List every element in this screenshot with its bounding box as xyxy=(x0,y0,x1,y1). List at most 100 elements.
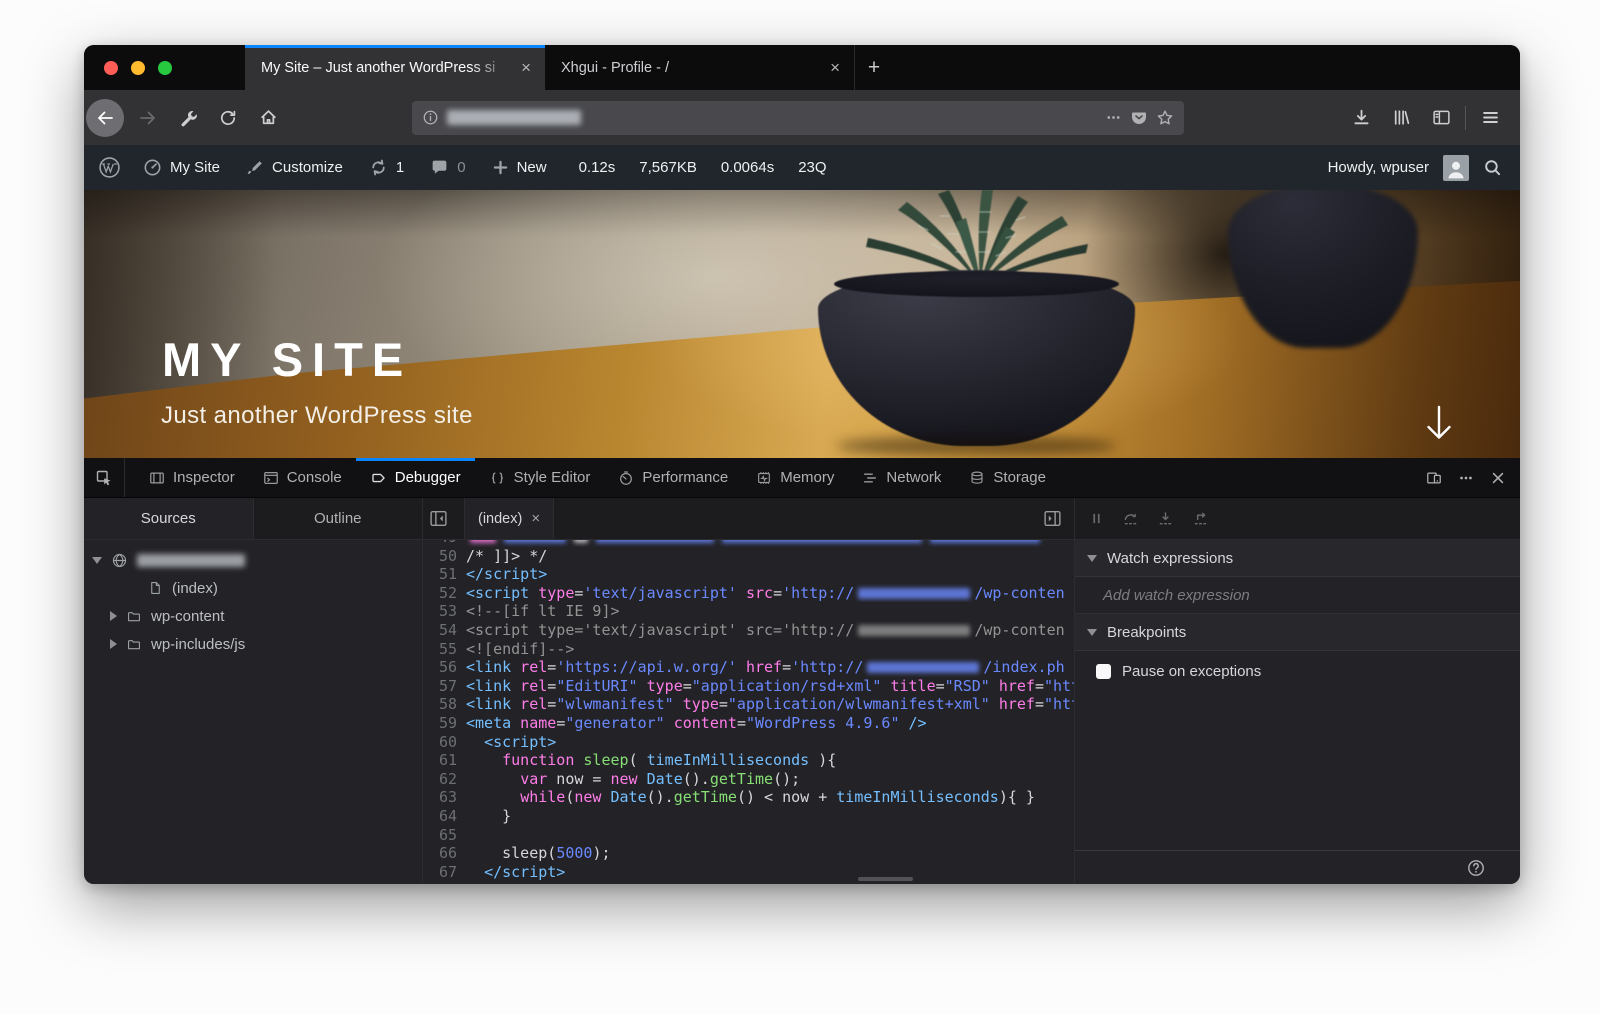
devtools-tab-performance[interactable]: Performance xyxy=(604,458,742,497)
line-number[interactable]: 55 xyxy=(423,640,466,659)
menu-icon[interactable] xyxy=(1474,102,1506,134)
pick-element-icon[interactable] xyxy=(84,458,125,497)
admin-bar-customize[interactable]: Customize xyxy=(246,159,343,177)
admin-bar-stat[interactable]: 0.12s xyxy=(579,159,616,176)
browser-tab[interactable]: Xhgui - Profile - / × xyxy=(545,45,855,90)
line-number[interactable]: 58 xyxy=(423,695,466,714)
line-number[interactable]: 65 xyxy=(423,826,466,845)
devtools-tab-inspector[interactable]: Inspector xyxy=(135,458,249,497)
sidebar-icon[interactable] xyxy=(1425,102,1457,134)
line-number[interactable]: 49 xyxy=(423,540,466,547)
meatball-menu-icon[interactable] xyxy=(1458,470,1474,486)
help-icon[interactable] xyxy=(1466,858,1486,878)
devtools-tab-network[interactable]: Network xyxy=(848,458,955,497)
url-bar[interactable] xyxy=(412,100,1184,135)
line-number[interactable]: 64 xyxy=(423,807,466,826)
chevron-right-icon[interactable] xyxy=(110,611,117,621)
add-watch-expression-input[interactable]: Add watch expression xyxy=(1075,577,1520,614)
minimize-window-button[interactable] xyxy=(131,60,145,75)
responsive-mode-icon[interactable] xyxy=(1426,470,1442,486)
reload-icon[interactable] xyxy=(212,102,244,134)
download-icon[interactable] xyxy=(1345,102,1377,134)
tab-close-icon[interactable]: × xyxy=(517,59,535,76)
close-window-button[interactable] xyxy=(104,60,118,75)
chevron-down-icon[interactable] xyxy=(92,556,102,564)
line-number[interactable]: 54 xyxy=(423,621,466,640)
debugger-controls xyxy=(1075,498,1520,539)
source-tree-item[interactable]: wp-includes/js xyxy=(84,630,422,658)
wordpress-logo-icon[interactable] xyxy=(98,156,121,179)
info-icon[interactable] xyxy=(422,109,439,126)
pocket-icon[interactable] xyxy=(1130,109,1148,127)
new-tab-button[interactable]: + xyxy=(855,45,893,90)
collapse-sources-panel-icon[interactable] xyxy=(423,509,454,528)
library-icon[interactable] xyxy=(1385,102,1417,134)
pause-icon[interactable] xyxy=(1089,511,1104,526)
line-number[interactable]: 61 xyxy=(423,751,466,770)
admin-bar-stat[interactable]: 7,567KB xyxy=(639,159,697,176)
line-number[interactable]: 67 xyxy=(423,863,466,882)
horizontal-scrollbar[interactable] xyxy=(858,877,913,881)
expand-right-panel-icon[interactable] xyxy=(1037,509,1068,528)
step-in-icon[interactable] xyxy=(1157,510,1174,527)
page-actions-icon[interactable] xyxy=(1105,109,1122,126)
step-over-icon[interactable] xyxy=(1122,510,1139,527)
line-number[interactable]: 50 xyxy=(423,547,466,566)
howdy-label[interactable]: Howdy, wpuser xyxy=(1328,159,1429,176)
source-tree-item[interactable]: wp-content xyxy=(84,602,422,630)
admin-bar-comments[interactable]: 0 xyxy=(430,158,466,177)
line-number[interactable]: 51 xyxy=(423,565,466,584)
line-number[interactable]: 57 xyxy=(423,677,466,696)
admin-bar-stat[interactable]: 23Q xyxy=(798,159,826,176)
code-editor[interactable]: 4950/* ]]> */51</script>52<script type='… xyxy=(423,540,1075,884)
editor-file-tab[interactable]: (index) × xyxy=(464,498,555,539)
forward-icon[interactable] xyxy=(132,102,164,134)
sources-tree: (index) wp-content wp-includes/js xyxy=(84,540,423,884)
scroll-down-arrow-icon[interactable] xyxy=(1422,402,1456,444)
devtools-tab-memory[interactable]: Memory xyxy=(742,458,848,497)
back-icon[interactable] xyxy=(86,98,124,137)
search-icon[interactable] xyxy=(1483,158,1502,177)
tab-outline[interactable]: Outline xyxy=(254,498,423,539)
source-tree-item[interactable]: (index) xyxy=(84,574,422,602)
code-line: 56 <link rel='https://api.w.org/' href='h… xyxy=(423,658,1074,677)
line-number[interactable]: 62 xyxy=(423,770,466,789)
chevron-right-icon[interactable] xyxy=(110,639,117,649)
line-number[interactable]: 52 xyxy=(423,584,466,603)
source-tree-item[interactable] xyxy=(84,546,422,574)
home-icon[interactable] xyxy=(252,102,284,134)
admin-bar-updates[interactable]: 1 xyxy=(369,158,404,177)
line-number[interactable]: 59 xyxy=(423,714,466,733)
admin-bar-new[interactable]: New xyxy=(492,159,547,176)
pause-on-exceptions-checkbox[interactable] xyxy=(1096,663,1111,679)
tab-close-icon[interactable]: × xyxy=(826,59,844,76)
zoom-window-button[interactable] xyxy=(158,60,172,75)
line-number[interactable]: 60 xyxy=(423,733,466,752)
avatar[interactable] xyxy=(1443,154,1469,181)
admin-bar-stat[interactable]: 0.0064s xyxy=(721,159,774,176)
performance-icon xyxy=(618,470,634,486)
devtools-tab-storage[interactable]: Storage xyxy=(955,458,1060,497)
tab-sources[interactable]: Sources xyxy=(84,498,254,539)
line-number[interactable]: 66 xyxy=(423,844,466,863)
watch-expressions-header[interactable]: Watch expressions xyxy=(1075,540,1520,577)
admin-bar-my-site[interactable]: My Site xyxy=(143,158,220,177)
wrench-icon[interactable] xyxy=(172,102,204,134)
bookmark-star-icon[interactable] xyxy=(1156,109,1174,127)
devtools-tab-console[interactable]: Console xyxy=(249,458,356,497)
breakpoints-header[interactable]: Breakpoints xyxy=(1075,614,1520,651)
browser-tab[interactable]: My Site – Just another WordPress si × xyxy=(245,45,545,90)
line-number[interactable]: 56 xyxy=(423,658,466,677)
code-token: } xyxy=(466,806,512,825)
step-out-icon[interactable] xyxy=(1192,510,1209,527)
close-icon[interactable] xyxy=(1490,470,1506,486)
code-text: function sleep( timeInMilliseconds ){ xyxy=(466,751,1074,770)
devtools-tab-style-editor[interactable]: Style Editor xyxy=(475,458,605,497)
line-number[interactable]: 53 xyxy=(423,602,466,621)
code-line: 50/* ]]> */ xyxy=(423,547,1074,566)
file-tab-close-icon[interactable]: × xyxy=(531,510,540,527)
line-number[interactable]: 63 xyxy=(423,788,466,807)
code-token: /> xyxy=(899,713,927,732)
site-title[interactable]: MY SITE xyxy=(162,336,412,383)
devtools-tab-debugger[interactable]: Debugger xyxy=(355,458,475,497)
